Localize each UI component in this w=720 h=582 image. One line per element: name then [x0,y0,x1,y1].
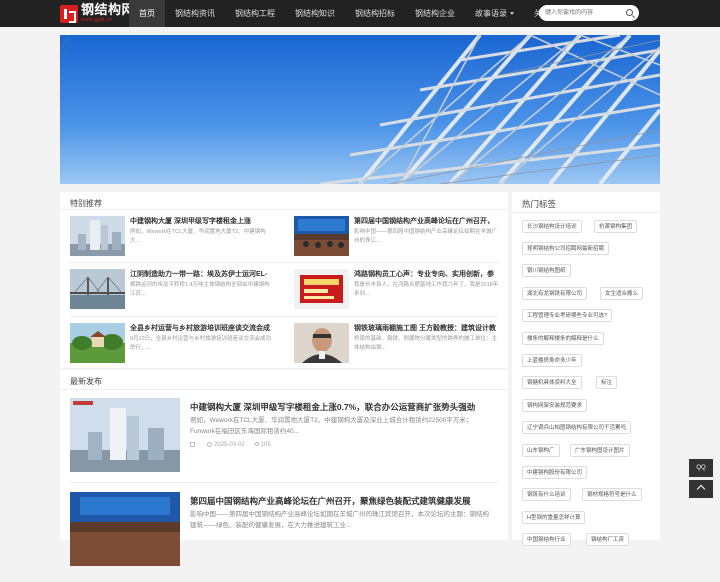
featured-thumbnail[interactable] [294,323,349,363]
featured-thumbnail[interactable] [294,269,349,309]
latest-item[interactable]: 中建钢构大厦 深圳甲级写字楼租金上涨0.7%，联合办公运营商扩张势头强劲 例如，… [70,398,510,488]
tag-item[interactable]: 上蓝楼房寿命多少年 [522,354,582,367]
featured-item-desc: 9月12日，全县乡村运营与乡村旅游培训班座谈交流会成功举行，... [130,336,272,351]
tag-item[interactable]: 辽宁调兵山柏图钢结构有限公司干活累吗 [522,421,632,434]
logo-title: 钢结构网 [81,3,136,18]
tag-item[interactable]: 楼条的解释楼条的解释是什么 [522,332,604,345]
nav-item-companies[interactable]: 钢结构企业 [405,0,465,27]
logo-subtitle: www.gjgk.cn [81,17,113,23]
featured-item-title[interactable]: 全县乡村运营与乡村旅游培训班座谈交流会成 [130,323,280,333]
featured-item-desc: 影响中国——第四届中国钢结构产业高峰论坛如期在羊城广州的珠江... [354,229,498,244]
tag-item[interactable]: 杭萧钢构集团 [594,220,638,233]
featured-item[interactable]: 江阴制造助力一带一路：埃及苏伊士运河EL- 横跨运河的埃及平转桥1.4万吨主体钢… [70,269,294,319]
banner-prev-arrow-icon[interactable] [60,35,72,57]
tag-item[interactable]: 钢筑有什么培训 [522,488,571,501]
tag-item[interactable]: 长沙钢结构设计培训 [522,220,582,233]
featured-item[interactable]: 第四届中国钢结构产业高峰论坛在广州召开， 影响中国——第四届中国钢结构产业高峰论… [294,216,518,266]
featured-section: 特别推荐 中建钢构大厦 深圳甲级写字楼租金上涨 例如，Wework在TCL大厦、… [60,192,508,368]
nav-item-news[interactable]: 钢结构资讯 [165,0,225,27]
tag-item[interactable]: 女生适合搬么 [600,287,644,300]
tag-item[interactable]: 银川钢结构图纸 [522,264,571,277]
tag-item[interactable]: 钢搪机具体资料大全 [522,376,582,389]
tag-item[interactable]: 昆明钢结构公司招聘网最新招聘 [522,242,610,255]
featured-thumbnail[interactable] [70,216,125,256]
search-box [539,5,639,21]
latest-heading: 最新发布 [70,377,102,386]
latest-item-desc: 影响中国——第四届中国钢结构产业高峰论坛如期在羊城广州的珠江宾馆召开，本次论坛的… [190,511,489,529]
latest-item-meta: 2025-03-02 105 [190,441,271,449]
featured-item[interactable]: 中建钢构大厦 深圳甲级写字楼租金上涨 例如，Wework在TCL大厦、华润置地大… [70,216,294,266]
latest-item[interactable]: 第四届中国钢结构产业高峰论坛在广州召开，聚焦绿色装配式建筑健康发展 影响中国——… [70,492,510,582]
tag-item[interactable]: 钢构网架安装规范要求 [522,399,588,412]
tag-item[interactable]: H型钢的重量怎样计算 [522,511,586,524]
latest-item-views: 105 [260,442,271,449]
main-nav: 首页 钢结构资讯 钢结构工程 钢结构知识 钢结构招标 钢结构企业 故事语录 关于… [129,0,583,27]
featured-item-desc: 例如，Wework在TCL大厦、华润置地大厦T2、中建钢构大... [130,229,266,244]
hero-banner[interactable] [60,35,660,184]
featured-item[interactable]: 钢铁玻璃雨棚施工图 王方毅教授：建筑设计教 桥梁的基础、钢铁、附属物分属类型的跨… [294,323,518,373]
featured-item-desc: 我是长丰县人，在鸿路合肥基地工作我六年了，我是2018年来到... [354,282,499,297]
chevron-down-icon [510,12,514,16]
featured-item-title[interactable]: 中建钢构大厦 深圳甲级写字楼租金上涨 [130,216,280,226]
clock-icon [207,442,212,447]
eye-icon [253,441,260,448]
featured-thumbnail[interactable] [70,269,125,309]
tag-item[interactable]: 标注 [596,376,618,389]
hot-tags-heading: 热门标签 [522,199,557,209]
tag-item[interactable]: 中建钢构股份有限公司 [522,466,588,479]
featured-item-desc: 横跨运河的埃及平转桥1.4万吨主体钢结构全部由中建钢构江苏... [130,282,270,297]
tag-item[interactable]: 工程管理专业考研哪些专业可选? [522,309,613,322]
latest-item-desc: 例如，Wework在TCL大厦、华润置地大厦T2、中建钢构大厦及深业上城合计租赁… [190,417,473,435]
steel-frame-illustration [60,35,660,184]
top-navbar: 钢结构网 www.gjgk.cn 首页 钢结构资讯 钢结构工程 钢结构知识 钢结… [0,0,720,27]
featured-heading: 特别推荐 [70,199,102,208]
nav-item-knowledge[interactable]: 钢结构知识 [285,0,345,27]
featured-item-title[interactable]: 江阴制造助力一带一路：埃及苏伊士运河EL- [130,269,280,279]
site-logo[interactable]: 钢结构网 www.gjgk.cn [60,3,135,24]
search-input[interactable] [545,9,625,17]
latest-item-title[interactable]: 中建钢构大厦 深圳甲级写字楼租金上涨0.7%，联合办公运营商扩张势头强劲 [190,401,510,413]
featured-item-title[interactable]: 第四届中国钢结构产业高峰论坛在广州召开， [354,216,504,226]
arrow-up-icon [696,484,706,494]
qq-button[interactable]: QQ [689,459,713,477]
logo-mark-icon [60,4,78,23]
featured-item-title[interactable]: 钢铁玻璃雨棚施工图 王方毅教授：建筑设计教 [354,323,504,333]
latest-section: 最新发布 中建钢构大厦 深圳甲级写字楼租金上涨0.7%，联合办公运营商扩张势头强… [60,370,510,566]
category-icon [190,442,195,447]
nav-item-projects[interactable]: 钢结构工程 [225,0,285,27]
nav-item-home[interactable]: 首页 [129,0,165,27]
latest-thumbnail[interactable] [70,492,180,566]
hot-tags-section: 热门标签 长沙钢结构设计培训 杭萧钢构集团 昆明钢结构公司招聘网最新招聘 银川钢… [512,192,660,546]
featured-item[interactable]: 全县乡村运营与乡村旅游培训班座谈交流会成 9月12日，全县乡村运营与乡村旅游培训… [70,323,294,373]
featured-item[interactable]: 鸿路钢构员工心声：专业专向、实用创新，参 我是长丰县人，在鸿路合肥基地工作我六年… [294,269,518,319]
featured-item-desc: 桥梁的基础、钢铁、附属物分属类型的跨界的施工单位：主体结构由钢... [354,336,498,351]
featured-item-title[interactable]: 鸿路钢构员工心声：专业专向、实用创新，参 [354,269,504,279]
search-icon[interactable] [626,9,633,16]
latest-thumbnail[interactable] [70,398,180,472]
featured-thumbnail[interactable] [294,216,349,256]
tag-item[interactable]: 湖北有龙钢铁有限公司 [522,287,588,300]
back-to-top-button[interactable] [689,480,713,498]
tag-item[interactable]: 山东钢构厂 [522,444,560,457]
tag-item[interactable]: 广东钢构图设计图片 [570,444,630,457]
featured-thumbnail[interactable] [70,323,125,363]
tag-item[interactable]: 钢材规格符号是什么 [582,488,642,501]
nav-item-stories[interactable]: 故事语录 [465,0,524,27]
latest-item-date: 2025-03-02 [214,442,245,449]
nav-item-tenders[interactable]: 钢结构招标 [345,0,405,27]
latest-item-title[interactable]: 第四届中国钢结构产业高峰论坛在广州召开，聚焦绿色装配式建筑健康发展 [190,495,510,507]
